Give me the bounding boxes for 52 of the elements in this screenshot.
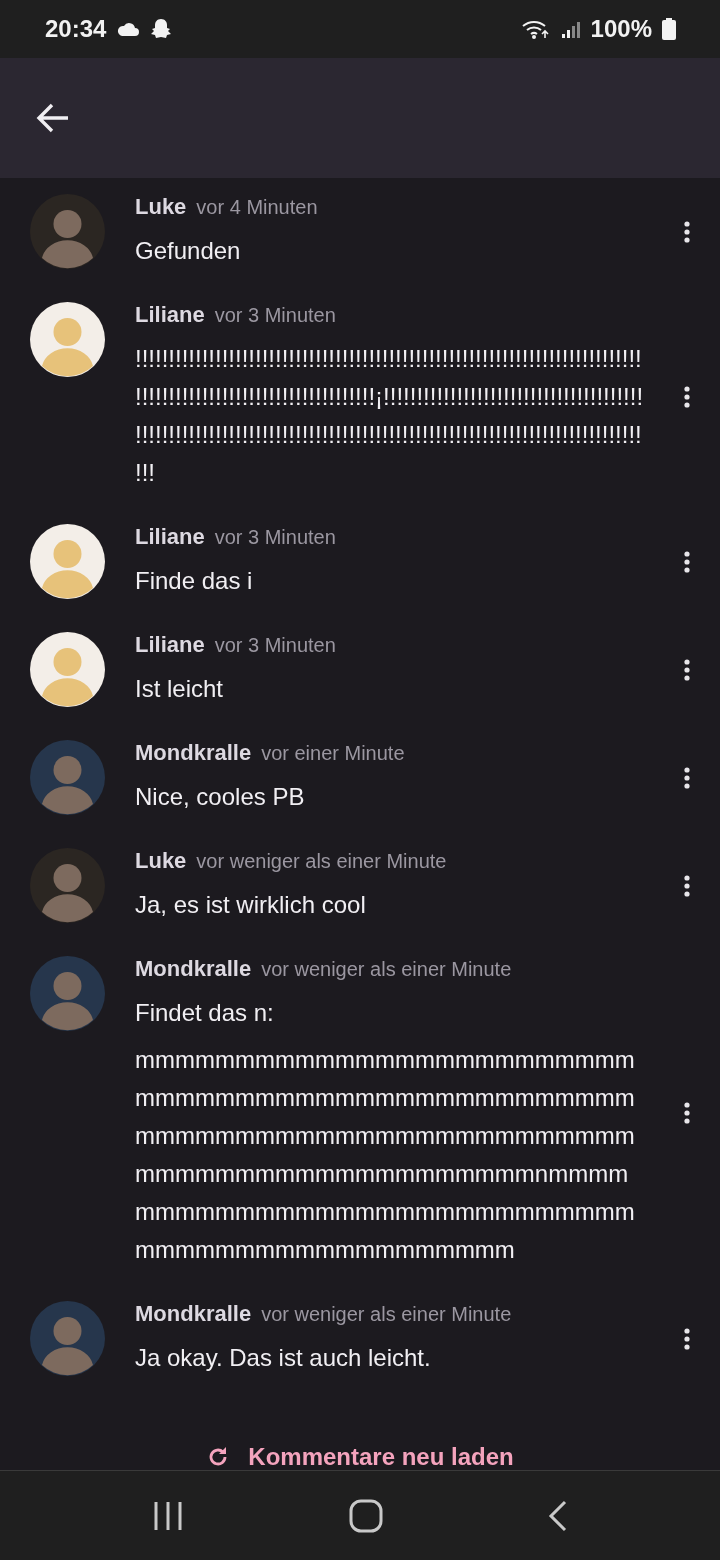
comment-text: mmmmmmmmmmmmmmmmmmmmmmmmm <box>135 1045 636 1075</box>
timestamp: vor 3 Minuten <box>214 633 336 658</box>
comment-text: Finde das i <box>135 566 254 596</box>
comment-text: mmmmmmmmmmmmmmmmmmmmnmmmm <box>135 1159 630 1189</box>
author-name: Luke <box>135 194 187 220</box>
author-name: Liliane <box>135 302 205 328</box>
more-vert-icon <box>684 221 690 243</box>
reload-comments-link[interactable]: Kommentare neu laden <box>206 1444 514 1470</box>
author-name: Liliane <box>135 524 205 550</box>
author-name: Mondkralle <box>135 740 252 766</box>
timestamp: vor weniger als einer Minute <box>261 1302 512 1327</box>
author-name: Luke <box>135 848 187 874</box>
comment-text: !!! <box>135 458 156 488</box>
timestamp: vor einer Minute <box>261 741 405 766</box>
more-vert-icon <box>684 551 690 573</box>
comment-text: Ist leicht <box>135 674 225 704</box>
more-vert-icon <box>684 659 690 681</box>
comment-text: !!!!!!!!!!!!!!!!!!!!!!!!!!!!!!!!!!!!!!!!!!!!!!!!!!!!!!!!!!!!!!!!!!!!!!!!!!!! <box>135 344 643 374</box>
cloud-icon <box>116 21 141 37</box>
comment-text: Ja okay. Das ist auch leicht. <box>135 1343 432 1373</box>
author-name: Liliane <box>135 632 205 658</box>
battery-percent: 100% <box>590 15 652 43</box>
comment-text: mmmmmmmmmmmmmmmmmmmmmmmmm <box>135 1083 636 1113</box>
timestamp: vor weniger als einer Minute <box>261 957 512 982</box>
more-vert-icon <box>684 875 690 897</box>
wifi-icon <box>520 18 551 40</box>
signal-icon <box>560 19 581 39</box>
battery-icon <box>662 18 676 40</box>
comment-text: !!!!!!!!!!!!!!!!!!!!!!!!!!!!!!!!!!!!¡!!!!!!!!!!!!!!!!!!!!!!!!!!!!!!!!!!!!!!! <box>135 382 645 412</box>
author-name: Mondkralle <box>135 956 252 982</box>
more-vert-icon <box>684 1101 690 1124</box>
comment-text: Ja, es ist wirklich cool <box>135 890 367 920</box>
back-nav-button[interactable] <box>547 1499 568 1532</box>
comment-text: Findet das n: <box>135 998 275 1028</box>
timestamp: vor weniger als einer Minute <box>196 849 447 874</box>
more-vert-icon <box>684 1328 690 1350</box>
timestamp: vor 3 Minuten <box>214 525 336 550</box>
recent-apps-button[interactable] <box>152 1499 185 1532</box>
home-button[interactable] <box>349 1498 383 1533</box>
timestamp: vor 4 Minuten <box>196 195 318 220</box>
comment-text: mmmmmmmmmmmmmmmmmmmmmmmmm <box>135 1121 636 1151</box>
comment-text: Gefunden <box>135 236 242 266</box>
comment-text: Nice, cooles PB <box>135 782 306 812</box>
author-name: Mondkralle <box>135 1301 252 1327</box>
clock: 20:34 <box>45 15 107 43</box>
more-vert-icon <box>684 386 690 408</box>
comment-text: !!!!!!!!!!!!!!!!!!!!!!!!!!!!!!!!!!!!!!!!!!!!!!!!!!!!!!!!!!!!!!!!!!!!!!!!!!!! <box>135 420 643 450</box>
comment-text: mmmmmmmmmmmmmmmmmmm <box>135 1235 516 1265</box>
timestamp: vor 3 Minuten <box>214 303 336 328</box>
ghost-icon <box>150 18 173 40</box>
comment-text: mmmmmmmmmmmmmmmmmmmmmmmmm <box>135 1197 636 1227</box>
more-vert-icon <box>684 767 690 789</box>
